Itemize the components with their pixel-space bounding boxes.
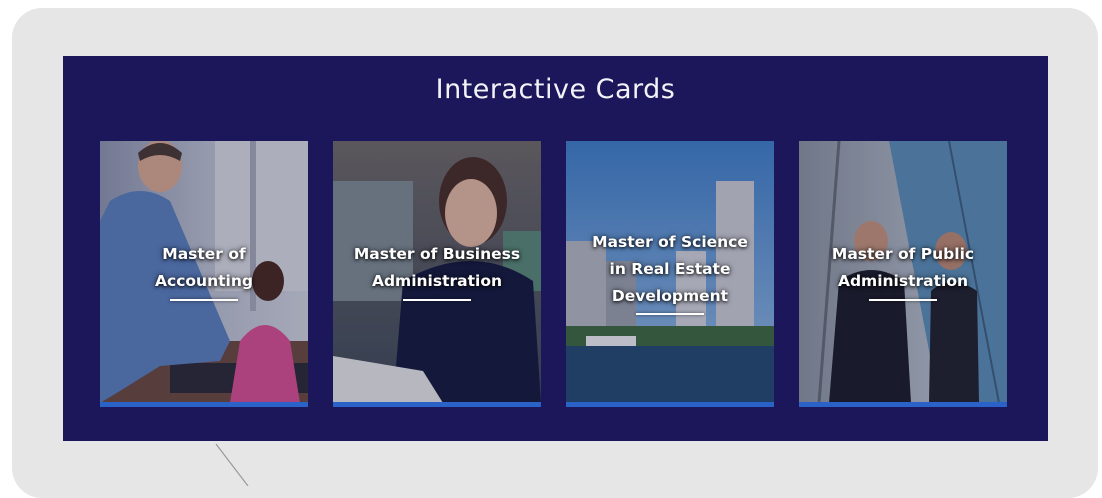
card-title: Master of Accounting bbox=[108, 241, 300, 295]
card-underline bbox=[636, 313, 704, 315]
card-title-line: Development bbox=[611, 287, 729, 305]
card-title: Master of Science in Real Estate Develop… bbox=[574, 229, 766, 310]
card-underline bbox=[170, 299, 238, 301]
card-title: Master of Business Administration bbox=[341, 241, 533, 295]
card-title-line: Administration bbox=[371, 272, 503, 290]
card-master-of-science-in-real-estate-development[interactable]: Master of Science in Real Estate Develop… bbox=[566, 141, 774, 407]
card-title-line: Accounting bbox=[155, 272, 253, 290]
card-title-line: Master of Science bbox=[592, 233, 748, 251]
panel-title: Interactive Cards bbox=[435, 74, 676, 105]
card-accent-bar bbox=[566, 402, 774, 407]
card-title-line: Master of Public bbox=[831, 245, 975, 263]
card-title-line: Master of bbox=[162, 245, 246, 263]
card-title-line: Master of Business bbox=[353, 245, 521, 263]
card-accent-bar bbox=[799, 402, 1007, 407]
card-title: Master of Public Administration bbox=[807, 241, 999, 295]
card-underline bbox=[403, 299, 471, 301]
card-title-line: Administration bbox=[837, 272, 969, 290]
interactive-cards-panel: Interactive Cards Master of Accounting M… bbox=[63, 56, 1048, 441]
card-underline bbox=[869, 299, 937, 301]
card-master-of-public-administration[interactable]: Master of Public Administration bbox=[799, 141, 1007, 407]
card-master-of-business-administration[interactable]: Master of Business Administration bbox=[333, 141, 541, 407]
card-accent-bar bbox=[100, 402, 308, 407]
card-title-line: in Real Estate bbox=[609, 260, 731, 278]
card-master-of-accounting[interactable]: Master of Accounting bbox=[100, 141, 308, 407]
card-accent-bar bbox=[333, 402, 541, 407]
